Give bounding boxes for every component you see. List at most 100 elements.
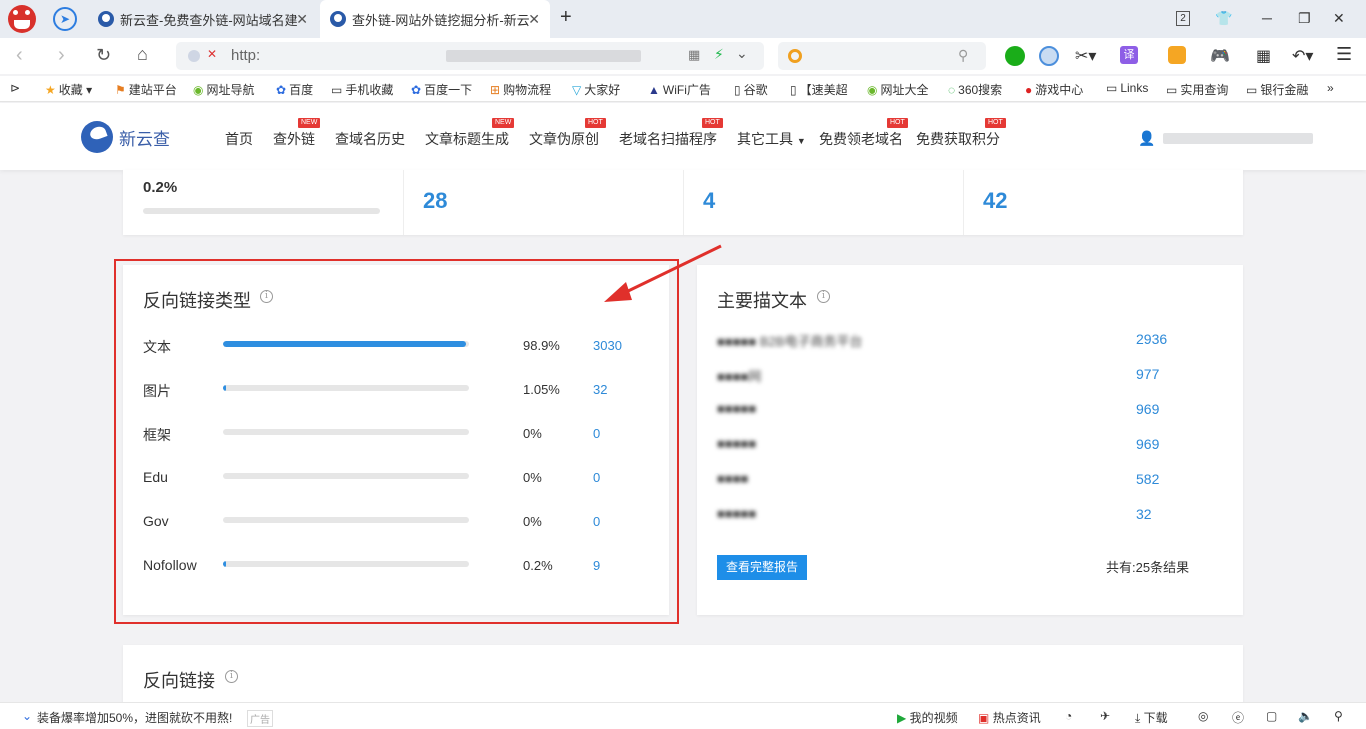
nav-free-points[interactable]: 免费获取积分 (916, 129, 1000, 149)
forward-icon[interactable]: › (58, 44, 65, 67)
bookmark-item[interactable]: ★ 收藏 ▾ (45, 81, 92, 98)
browser-logo-icon[interactable] (8, 5, 36, 33)
search-engine-icon[interactable] (788, 49, 802, 63)
tab-2-title: 查外链-网站外链挖掘分析-新云 (352, 12, 530, 28)
back-icon[interactable]: ‹ (16, 44, 23, 67)
volume-icon[interactable]: 🔈 (1298, 709, 1313, 723)
anchor-text: ■■■■■ (717, 506, 757, 521)
wechat-icon[interactable] (1005, 46, 1025, 66)
status-ad-link[interactable]: 装备爆率增加50%，进图就砍不用熬! (37, 709, 232, 726)
translate-icon[interactable]: 译 (1120, 46, 1138, 64)
sidebar-toggle-icon[interactable]: ⊳ (10, 81, 20, 95)
apps-grid-icon[interactable]: ▦ (1256, 46, 1271, 66)
scissors-icon[interactable]: ✂▾ (1075, 46, 1096, 66)
search-icon[interactable]: ⚲ (958, 47, 968, 64)
bookmark-item[interactable]: ◉ 网址导航 (193, 81, 255, 98)
stat-percent: 0.2% (143, 179, 178, 196)
nav-home[interactable]: 首页 (225, 129, 253, 149)
tab-2[interactable]: 查外链-网站外链挖掘分析-新云 ✕ (320, 0, 550, 38)
menu-icon[interactable]: ☰ (1336, 44, 1352, 65)
anchor-count-link[interactable]: 2936 (1136, 331, 1167, 347)
bookmark-item[interactable]: ▭ Links (1106, 81, 1148, 95)
insecure-icon[interactable]: ✕ (207, 47, 217, 61)
close-window-button[interactable]: ✕ (1333, 10, 1345, 27)
chat-icon[interactable] (1039, 46, 1059, 66)
nav-other-tools[interactable]: 其它工具 ▼ (737, 129, 806, 149)
nav-article-rewrite[interactable]: 文章伪原创 (529, 129, 599, 149)
speed-icon[interactable]: ◔ (1065, 709, 1072, 723)
shield-coin-icon[interactable] (1168, 46, 1186, 64)
anchor-count-link[interactable]: 582 (1136, 471, 1159, 487)
qr-icon[interactable]: ▦ (688, 47, 700, 63)
cart-icon: ⊞ (490, 83, 501, 97)
anchor-text: ■■■■■ B2B电子商务平台 (717, 334, 863, 349)
tab-close-icon[interactable]: ✕ (528, 11, 540, 28)
bookmark-item[interactable]: ◉ 网址大全 (867, 81, 929, 98)
new-tab-button[interactable]: + (560, 6, 572, 29)
accelerate-icon[interactable]: ⚡ (714, 46, 724, 63)
navigation-icon[interactable]: ➤ (53, 7, 77, 31)
paw-icon: ✿ (276, 83, 287, 97)
bookmark-item[interactable]: ⚑ 建站平台 (115, 81, 177, 98)
bookmark-item[interactable]: ● 游戏中心 (1025, 81, 1083, 98)
anchor-count-link[interactable]: 969 (1136, 401, 1159, 417)
hot-news-button[interactable]: ▣ 热点资讯 (978, 709, 1041, 726)
more-bookmarks-icon[interactable]: » (1327, 81, 1334, 95)
chevron-down-icon[interactable]: ⌄ (736, 45, 748, 62)
window-icon[interactable]: ▢ (1266, 709, 1277, 723)
bookmark-item[interactable]: ✿ 百度一下 (411, 81, 472, 98)
bookmark-item[interactable]: ▭ 实用查询 (1166, 81, 1228, 98)
bookmark-item[interactable]: ◌ 360搜索 (948, 81, 1002, 98)
nav-old-domain-scanner[interactable]: 老域名扫描程序 (619, 129, 717, 149)
game-icon[interactable]: 🎮 (1210, 46, 1230, 66)
stat-value: 42 (983, 188, 1008, 213)
zoom-icon[interactable]: ⚲ (1334, 709, 1343, 723)
hot-badge: HOT (985, 118, 1006, 128)
info-icon[interactable]: i (817, 290, 830, 303)
bookmark-item[interactable]: ▯ 谷歌 (734, 81, 768, 98)
restore-button[interactable]: ❐ (1298, 10, 1311, 27)
bookmark-item[interactable]: ⊞ 购物流程 (490, 81, 551, 98)
chevron-down-icon[interactable]: ⌄ (22, 709, 32, 723)
download-icon: ⤓ (1135, 711, 1141, 725)
nav-free-old-domain[interactable]: 免费领老域名 (819, 129, 903, 149)
info-icon[interactable]: i (225, 670, 238, 683)
search-input[interactable]: ⚲ (778, 42, 986, 70)
bookmark-item[interactable]: ✿ 百度 (276, 81, 313, 98)
nav-domain-history[interactable]: 查域名历史 (335, 129, 405, 149)
incognito-icon[interactable]: ◎ (1198, 709, 1208, 723)
user-icon[interactable]: 👤 (1138, 130, 1155, 147)
bookmark-item[interactable]: ▽ 大家好 (572, 81, 620, 98)
minimize-button[interactable]: ─ (1262, 10, 1272, 26)
bookmark-item[interactable]: ▭ 银行金融 (1246, 81, 1308, 98)
address-input[interactable]: ✕ http: ▦ ⚡ ⌄ (176, 42, 764, 70)
undo-icon[interactable]: ↶▾ (1292, 46, 1313, 66)
download-button[interactable]: ⤓ 下载 (1135, 709, 1168, 726)
home-icon[interactable]: ⌂ (137, 44, 148, 65)
browser-status-bar: ⌄ 装备爆率增加50%，进图就砍不用熬! 广告 ▶ 我的视频 ▣ 热点资讯 ◔ … (0, 702, 1366, 729)
anchor-count-link[interactable]: 32 (1136, 506, 1152, 522)
bookmark-item[interactable]: ▭ 手机收藏 (331, 81, 393, 98)
nav-title-generator[interactable]: 文章标题生成 (425, 129, 509, 149)
rocket-icon[interactable]: ✈ (1100, 709, 1110, 723)
hot-badge: HOT (887, 118, 908, 128)
folder-icon: ▭ (1106, 81, 1118, 95)
skin-icon[interactable]: 👕 (1215, 10, 1232, 27)
browser-e-icon[interactable]: ⓔ (1232, 709, 1244, 726)
tab-1[interactable]: 新云查-免费查外链-网站域名建 ✕ (88, 0, 318, 38)
bookmark-item[interactable]: ▯ 【速美超 (790, 81, 848, 98)
nav-backlinks[interactable]: 查外链 (273, 129, 315, 149)
site-favicon-icon (98, 11, 114, 27)
tab-close-icon[interactable]: ✕ (296, 11, 308, 28)
site-logo[interactable]: 新云查 (81, 121, 170, 153)
my-video-button[interactable]: ▶ 我的视频 (897, 709, 958, 726)
reload-icon[interactable]: ↻ (96, 45, 111, 66)
anchor-count-link[interactable]: 969 (1136, 436, 1159, 452)
site-info-icon[interactable] (188, 50, 200, 62)
bookmark-item[interactable]: ▲ WiFi广告 (648, 81, 711, 98)
anchor-count-link[interactable]: 977 (1136, 366, 1159, 382)
tab-count-badge[interactable]: 2 (1176, 11, 1190, 26)
view-full-report-button[interactable]: 查看完整报告 (717, 555, 807, 580)
bookmarks-bar: ⊳ ★ 收藏 ▾ ⚑ 建站平台 ◉ 网址导航 ✿ 百度 ▭ 手机收藏 ✿ 百度一下 ⊞ 购物流… (0, 76, 1366, 102)
username-blurred[interactable] (1163, 133, 1313, 144)
